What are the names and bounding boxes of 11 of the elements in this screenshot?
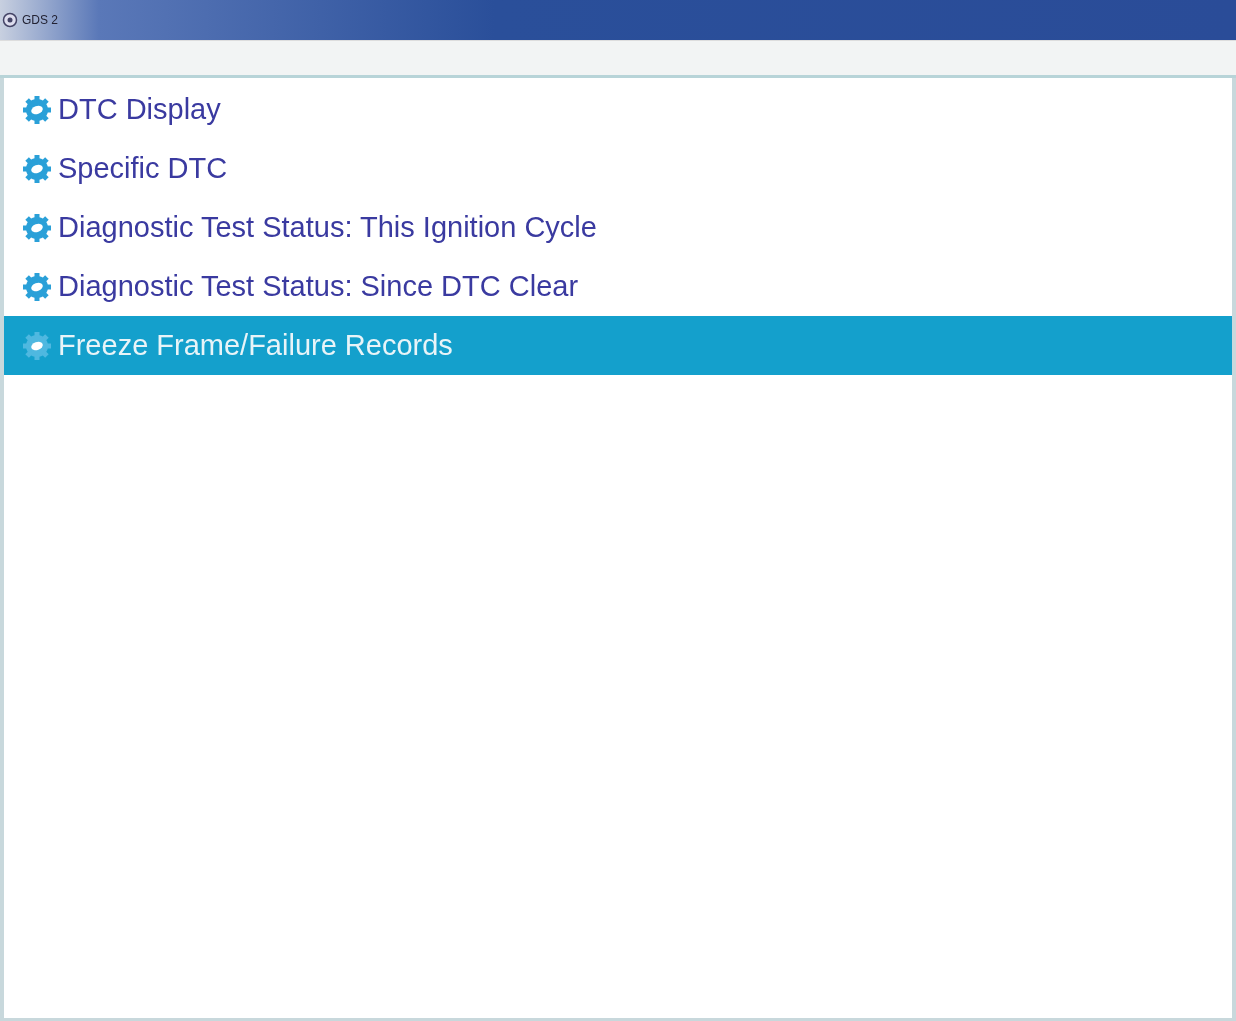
- gear-icon: [22, 212, 52, 243]
- app-icon: [2, 12, 18, 28]
- menu-item[interactable]: DTC Display: [4, 80, 1232, 139]
- menu-item[interactable]: Diagnostic Test Status: This Ignition Cycle: [4, 198, 1232, 257]
- gear-icon: [22, 94, 52, 125]
- menu-item[interactable]: Diagnostic Test Status: Since DTC Clear: [4, 257, 1232, 316]
- window-title: GDS 2: [22, 13, 58, 27]
- menu-item[interactable]: Specific DTC: [4, 139, 1232, 198]
- gear-icon: [22, 153, 52, 184]
- gear-icon: [22, 330, 52, 361]
- gear-icon: [22, 271, 52, 302]
